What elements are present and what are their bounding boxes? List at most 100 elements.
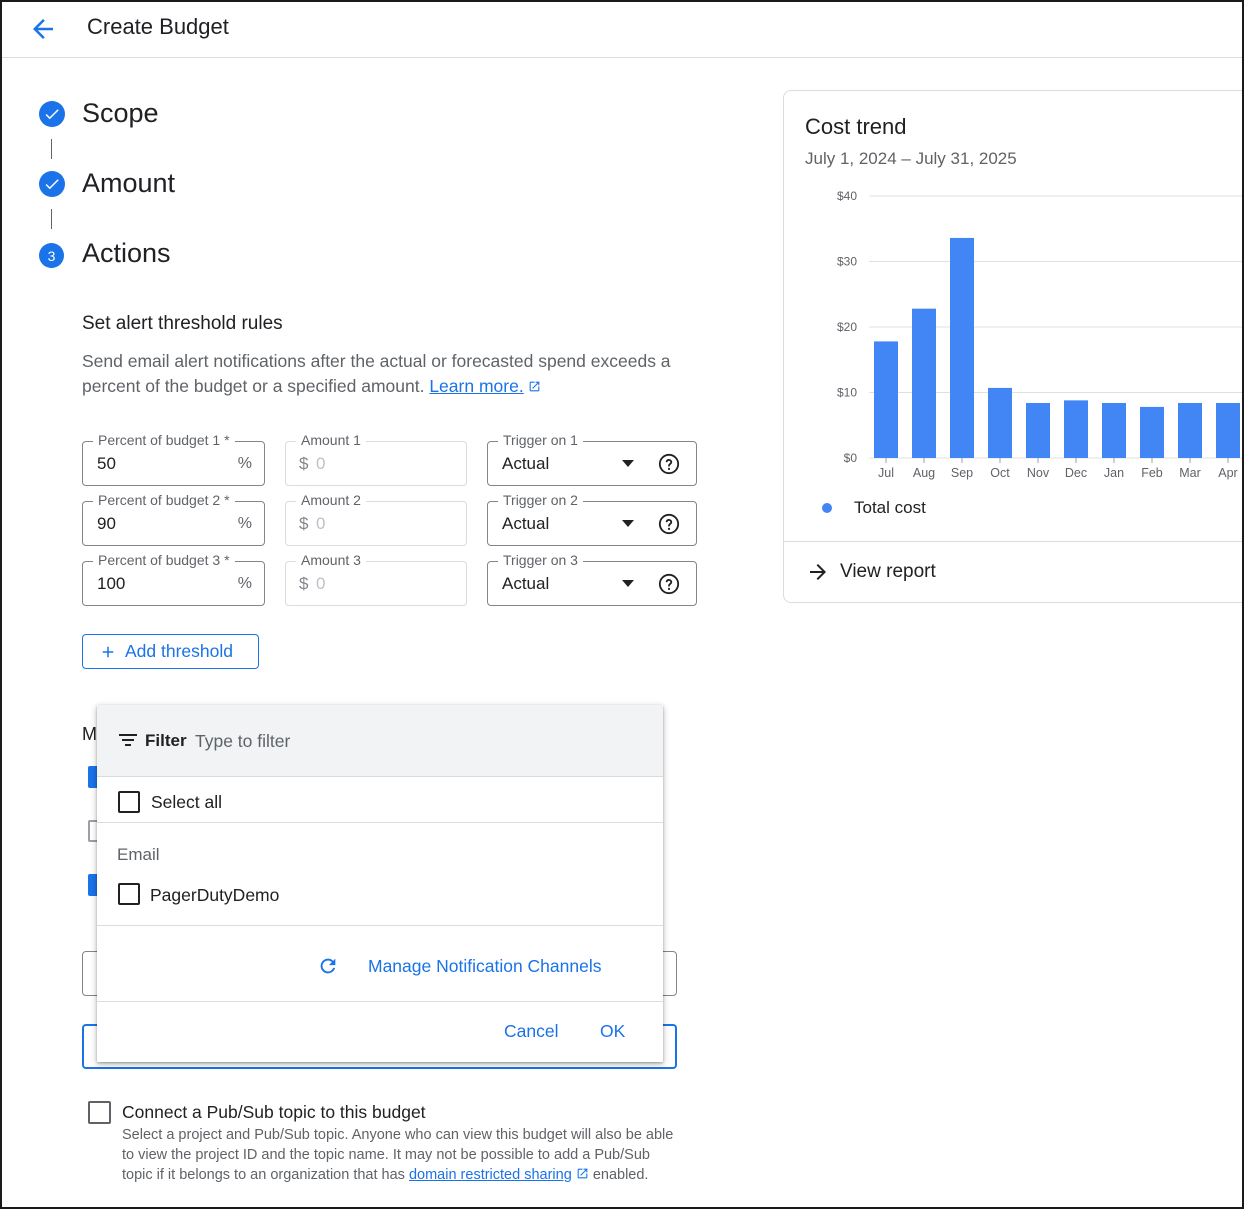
- pubsub-title[interactable]: Connect a Pub/Sub topic to this budget: [122, 1102, 426, 1123]
- manage-notification-channels-link[interactable]: Manage Notification Channels: [368, 956, 601, 977]
- bar-sep[interactable]: [950, 237, 974, 458]
- trigger-on-3-value: Actual: [502, 574, 550, 593]
- cancel-button[interactable]: Cancel: [504, 1021, 558, 1042]
- bar-oct[interactable]: [988, 387, 1012, 458]
- x-tick-label: Aug: [913, 466, 935, 480]
- alert-rules-description: Send email alert notifications after the…: [82, 349, 692, 399]
- trigger-on-1-label: Trigger on 1: [498, 432, 583, 448]
- legend-total-cost-swatch: [822, 503, 832, 513]
- filter-input[interactable]: [195, 728, 625, 754]
- step-actions[interactable]: Actions: [82, 238, 171, 269]
- bar-apr[interactable]: [1216, 402, 1240, 458]
- percent-budget-3-label: Percent of budget 3 *: [93, 552, 235, 568]
- step-actions-number-icon: 3: [39, 243, 64, 268]
- step-connector: [51, 139, 52, 159]
- bar-nov[interactable]: [1026, 402, 1050, 458]
- percent-budget-2-field[interactable]: Percent of budget 2 * 90 %: [82, 492, 265, 546]
- pagerdutydemo-checkbox[interactable]: [118, 883, 140, 905]
- page-title: Create Budget: [87, 14, 229, 39]
- view-report-link[interactable]: View report: [806, 560, 936, 584]
- header: Create Budget: [2, 2, 1242, 58]
- learn-more-link[interactable]: Learn more.: [429, 376, 523, 396]
- percent-budget-1-field[interactable]: Percent of budget 1 * 50 %: [82, 432, 265, 486]
- domain-restricted-sharing-link[interactable]: domain restricted sharing: [409, 1167, 572, 1183]
- x-tick-label: Feb: [1141, 466, 1163, 480]
- pagerdutydemo-label[interactable]: PagerDutyDemo: [150, 885, 279, 906]
- x-tick-label: Sep: [951, 466, 973, 480]
- percent-budget-1-value[interactable]: 50: [97, 454, 116, 474]
- bar-feb[interactable]: [1140, 406, 1164, 458]
- dollar-prefix: $: [299, 514, 309, 533]
- percent-suffix: %: [237, 575, 252, 592]
- cost-trend-title: Cost trend: [805, 114, 907, 139]
- bar-jan[interactable]: [1102, 402, 1126, 458]
- help-icon[interactable]: [658, 573, 680, 595]
- trigger-on-2-select[interactable]: Trigger on 2 Actual: [487, 492, 697, 546]
- trigger-on-1-select[interactable]: Trigger on 1 Actual: [487, 432, 697, 486]
- x-tick-label: Nov: [1027, 466, 1050, 480]
- dropdown-arrow-icon: [622, 580, 634, 587]
- divider: [97, 822, 663, 823]
- refresh-icon[interactable]: [317, 955, 339, 977]
- cost-trend-chart: $0 $10 $20 $30 $40 Jul Aug Sep Oct Nov Dec Jan Feb Ma…: [837, 189, 1242, 480]
- bar-aug[interactable]: [912, 308, 936, 458]
- pubsub-description-text: Select a project and Pub/Sub topic. Anyo…: [122, 1127, 674, 1183]
- percent-suffix: %: [237, 515, 252, 532]
- percent-budget-3-field[interactable]: Percent of budget 3 * 100 %: [82, 552, 265, 606]
- percent-suffix: %: [237, 455, 252, 472]
- dollar-prefix: $: [299, 574, 309, 593]
- external-link-icon: [577, 1168, 588, 1179]
- trigger-on-3-select[interactable]: Trigger on 3 Actual: [487, 552, 697, 606]
- select-all-checkbox[interactable]: [118, 791, 140, 813]
- notification-channels-dropdown: Filter Select all Email PagerDutyDemo Ma…: [97, 705, 663, 1062]
- amount-2-value: 0: [316, 514, 326, 533]
- dropdown-arrow-icon: [622, 520, 634, 527]
- divider: [97, 925, 663, 926]
- cost-trend-date-range: July 1, 2024 – July 31, 2025: [805, 149, 1017, 168]
- ok-button[interactable]: OK: [600, 1021, 625, 1042]
- step-scope[interactable]: Scope: [82, 98, 159, 129]
- amount-2-label: Amount 2: [296, 492, 366, 508]
- add-threshold-button[interactable]: Add threshold: [82, 634, 259, 669]
- pubsub-description: Select a project and Pub/Sub topic. Anyo…: [122, 1125, 682, 1185]
- add-threshold-label: Add threshold: [125, 641, 233, 661]
- filter-label: Filter: [145, 731, 187, 750]
- divider: [97, 1001, 663, 1002]
- dropdown-arrow-icon: [622, 460, 634, 467]
- y-tick-label: $30: [837, 255, 857, 269]
- step-amount[interactable]: Amount: [82, 168, 175, 199]
- bar-mar[interactable]: [1178, 402, 1202, 458]
- step-scope-check-icon: [39, 101, 65, 127]
- help-icon[interactable]: [658, 513, 680, 535]
- view-report-label: View report: [840, 561, 936, 582]
- x-tick-label: Mar: [1179, 466, 1201, 480]
- amount-3-value: 0: [316, 574, 326, 593]
- amount-3-field: Amount 3 $ 0: [285, 552, 467, 606]
- amount-1-label: Amount 1: [296, 432, 366, 448]
- dollar-prefix: $: [299, 454, 309, 473]
- pubsub-checkbox[interactable]: [88, 1101, 111, 1124]
- trigger-on-3-label: Trigger on 3: [498, 552, 583, 568]
- cost-trend-card: Cost trend July 1, 2024 – July 31, 2025 …: [783, 90, 1242, 603]
- select-all-label[interactable]: Select all: [151, 792, 222, 813]
- manage-notifications-heading: M: [82, 724, 97, 744]
- bar-jul[interactable]: [874, 341, 898, 458]
- email-group-label: Email: [117, 845, 160, 864]
- x-tick-label: Jan: [1104, 466, 1124, 480]
- plus-icon: [102, 646, 114, 657]
- percent-budget-3-value[interactable]: 100: [97, 574, 125, 594]
- amount-3-label: Amount 3: [296, 552, 366, 568]
- trigger-on-2-label: Trigger on 2: [498, 492, 583, 508]
- arrow-right-icon: [810, 564, 826, 580]
- trigger-on-2-value: Actual: [502, 514, 550, 533]
- back-arrow-icon[interactable]: [28, 14, 58, 44]
- bar-dec[interactable]: [1064, 400, 1088, 458]
- percent-budget-1-label: Percent of budget 1 *: [93, 432, 235, 448]
- divider: [784, 541, 1242, 542]
- percent-budget-2-value[interactable]: 90: [97, 514, 116, 534]
- trigger-on-1-value: Actual: [502, 454, 550, 473]
- amount-1-field: Amount 1 $ 0: [285, 432, 467, 486]
- app-frame: Create Budget Scope Amount 3 Actions Set…: [0, 0, 1244, 1209]
- external-link-icon: [529, 381, 540, 392]
- help-icon[interactable]: [658, 453, 680, 475]
